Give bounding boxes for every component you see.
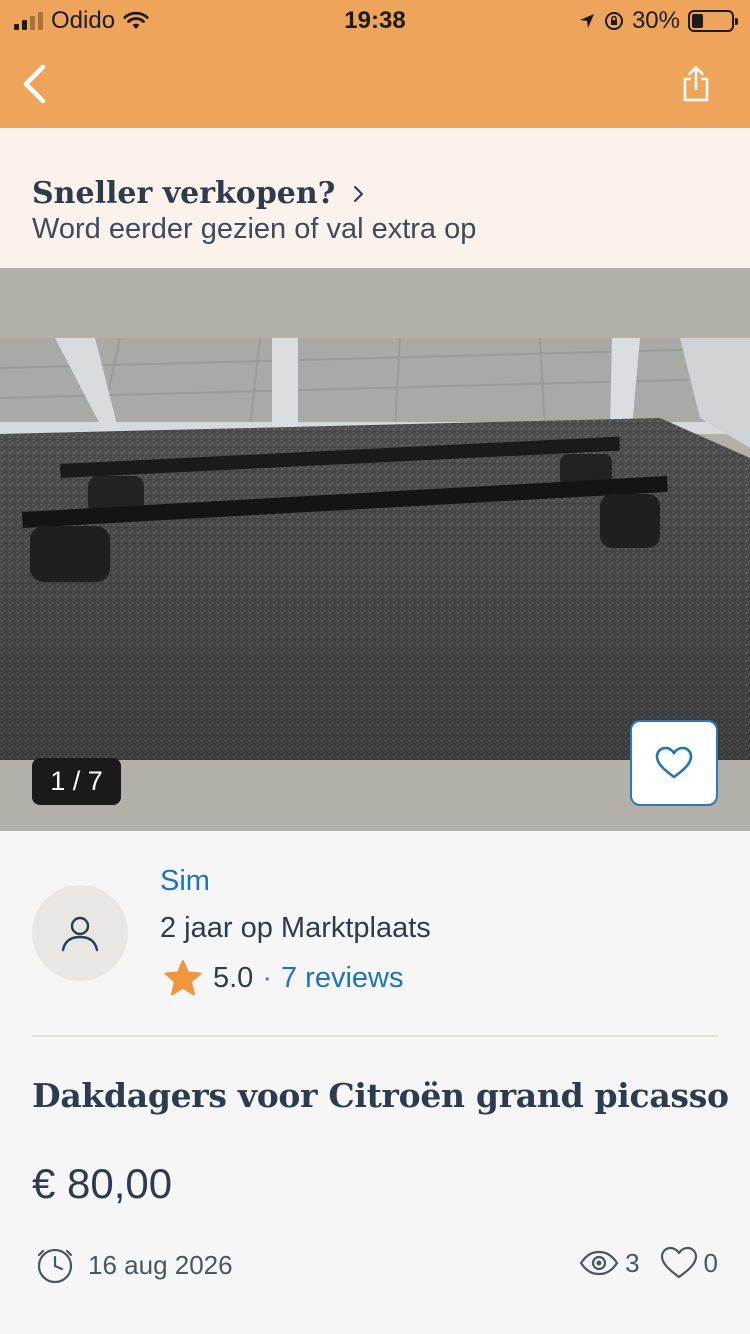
location-icon bbox=[579, 14, 594, 28]
seller-member-since: 2 jaar op Marktplaats bbox=[160, 912, 431, 944]
listing-title: Dakdagers voor Citroën grand picasso bbox=[32, 1076, 729, 1115]
photo-gallery[interactable]: 1 / 7 bbox=[0, 268, 750, 831]
chevron-right-icon bbox=[354, 185, 364, 202]
heart-outline-icon bbox=[660, 1246, 697, 1279]
rating-score: 5.0 bbox=[213, 961, 254, 994]
promo-title: Sneller verkopen? bbox=[32, 176, 336, 211]
seller-name[interactable]: Sim bbox=[160, 865, 210, 898]
divider bbox=[32, 1035, 718, 1037]
status-right: 30% bbox=[578, 7, 738, 35]
rating-separator: · bbox=[262, 961, 272, 994]
user-icon bbox=[61, 916, 99, 952]
photo-counter: 1 / 7 bbox=[32, 758, 121, 805]
battery-percent: 30% bbox=[631, 7, 680, 34]
views-stat: 3 bbox=[579, 1247, 640, 1279]
promo-banner[interactable]: Sneller verkopen? Word eerder gezien of … bbox=[0, 128, 750, 268]
listing-stats: 3 0 bbox=[579, 1246, 718, 1280]
avatar[interactable] bbox=[32, 885, 128, 981]
star-icon bbox=[164, 960, 202, 996]
heart-icon bbox=[655, 746, 693, 779]
seller-info[interactable]: Sim 2 jaar op Marktplaats 5.0 · 7 review… bbox=[0, 831, 750, 1036]
nav-bar bbox=[0, 40, 750, 128]
listing-meta: 16 aug 2026 3 0 bbox=[0, 1246, 750, 1296]
status-bar: Odido 19:38 30% bbox=[0, 0, 750, 40]
listing-photo[interactable] bbox=[0, 338, 750, 760]
date-text: 16 aug 2026 bbox=[88, 1249, 233, 1280]
back-button[interactable] bbox=[10, 54, 58, 114]
promo-subtitle: Word eerder gezien of val extra op bbox=[32, 213, 477, 245]
clock-icon bbox=[37, 1248, 73, 1284]
eye-icon bbox=[579, 1250, 619, 1276]
listing-price: € 80,00 bbox=[32, 1160, 173, 1207]
favorites-stat: 0 bbox=[660, 1246, 718, 1280]
chevron-left-icon bbox=[23, 64, 46, 104]
favorites-count: 0 bbox=[703, 1247, 718, 1278]
rotation-lock-icon bbox=[604, 12, 623, 30]
favorite-button[interactable] bbox=[630, 720, 718, 806]
views-count: 3 bbox=[625, 1247, 640, 1278]
reviews-link[interactable]: 7 reviews bbox=[281, 962, 404, 995]
promo-title-row: Sneller verkopen? bbox=[32, 176, 718, 211]
share-icon bbox=[683, 66, 709, 102]
listing-date: 16 aug 2026 bbox=[36, 1246, 233, 1284]
share-button[interactable] bbox=[672, 58, 720, 110]
seller-rating: 5.0 · 7 reviews bbox=[163, 959, 404, 997]
battery-icon bbox=[688, 10, 738, 32]
